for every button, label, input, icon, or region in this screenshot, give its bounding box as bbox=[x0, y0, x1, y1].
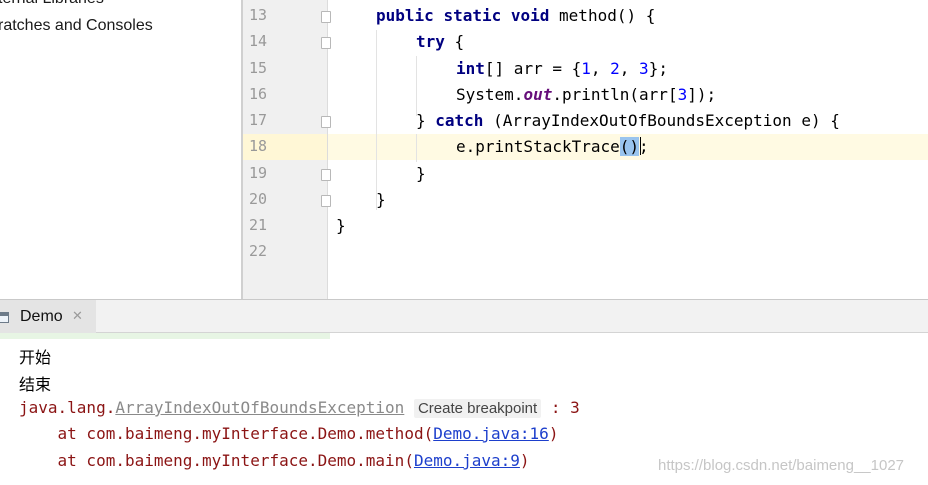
console-exception-line: java.lang.ArrayIndexOutOfBoundsException… bbox=[19, 398, 580, 418]
number-literal: 3 bbox=[639, 59, 649, 78]
stack-frame-text: ) bbox=[519, 451, 530, 470]
code-line-18: e.printStackTrace(); bbox=[456, 137, 649, 156]
code-text: , bbox=[619, 59, 640, 78]
code-text: [] arr = { bbox=[484, 59, 582, 78]
code-line-14: try { bbox=[416, 32, 464, 51]
line-number: 17 bbox=[249, 111, 268, 129]
code-line-17: } catch (ArrayIndexOutOfBoundsException … bbox=[416, 111, 840, 130]
line-number: 18 bbox=[249, 137, 268, 155]
code-line-19: } bbox=[416, 164, 426, 183]
console-stack-frame: at com.baimeng.myInterface.Demo.main(Dem… bbox=[19, 451, 530, 470]
fold-marker-icon[interactable] bbox=[321, 116, 331, 128]
create-breakpoint-button[interactable]: Create breakpoint bbox=[413, 399, 542, 418]
code-text: ; bbox=[639, 137, 649, 156]
fold-marker-icon[interactable] bbox=[321, 37, 331, 49]
code-line-21: } bbox=[336, 216, 346, 235]
fold-marker-icon[interactable] bbox=[321, 195, 331, 207]
code-editor[interactable]: 13 14 15 16 17 18 19 20 21 22 public sta… bbox=[243, 0, 928, 299]
code-text: }; bbox=[648, 59, 668, 78]
watermark-text: https://blog.csdn.net/baimeng__1027 bbox=[658, 457, 905, 474]
run-tab-demo[interactable]: Demo ✕ bbox=[0, 300, 96, 333]
console-line: 开始 bbox=[19, 348, 52, 367]
console-stack-frame: at com.baimeng.myInterface.Demo.method(D… bbox=[19, 424, 559, 443]
code-text: } bbox=[416, 111, 436, 130]
keyword: catch bbox=[435, 111, 484, 130]
matched-parens: () bbox=[619, 137, 640, 156]
tree-item-scratches-and-consoles[interactable]: ratches and Consoles bbox=[0, 17, 153, 35]
keyword: int bbox=[456, 59, 485, 78]
run-tool-window: Demo ✕ 开始 结束 java.lang.ArrayIndexOutOfBo… bbox=[0, 299, 928, 485]
run-console-icon bbox=[0, 312, 9, 323]
run-tab-bar: Demo ✕ bbox=[0, 300, 928, 333]
code-text: (ArrayIndexOutOfBoundsException e) { bbox=[483, 111, 840, 130]
exception-message: : 3 bbox=[541, 398, 580, 417]
exception-class-link[interactable]: ArrayIndexOutOfBoundsException bbox=[115, 398, 404, 417]
indent-guide bbox=[416, 56, 417, 116]
console-line: 结束 bbox=[19, 375, 52, 394]
stack-frame-text: at com.baimeng.myInterface.Demo.main( bbox=[19, 451, 414, 470]
code-text: } bbox=[416, 164, 426, 183]
static-field: out bbox=[523, 85, 553, 104]
code-line-20: } bbox=[376, 190, 386, 209]
run-tab-label: Demo bbox=[20, 308, 63, 325]
tree-item-external-libraries[interactable]: ternal Libraries bbox=[0, 0, 104, 8]
line-number: 22 bbox=[249, 242, 268, 260]
code-text: .println(arr[ bbox=[552, 85, 678, 104]
source-link[interactable]: Demo.java:16 bbox=[433, 424, 549, 443]
code-line-15: int[] arr = {1, 2, 3}; bbox=[456, 59, 668, 78]
code-text: , bbox=[590, 59, 611, 78]
line-number: 14 bbox=[249, 32, 268, 50]
stack-frame-text: at com.baimeng.myInterface.Demo.method( bbox=[19, 424, 434, 443]
console-status-strip bbox=[0, 333, 330, 339]
code-text: ]); bbox=[687, 85, 717, 104]
fold-marker-icon[interactable] bbox=[321, 11, 331, 23]
fold-marker-icon[interactable] bbox=[321, 169, 331, 181]
number-literal: 1 bbox=[581, 59, 591, 78]
exception-package: java.lang. bbox=[19, 398, 116, 417]
source-link[interactable]: Demo.java:9 bbox=[414, 451, 520, 470]
number-literal: 3 bbox=[677, 85, 688, 104]
stack-frame-text: ) bbox=[548, 424, 559, 443]
indent-guide bbox=[416, 134, 417, 162]
keyword: void bbox=[510, 6, 550, 25]
close-icon[interactable]: ✕ bbox=[72, 309, 83, 324]
code-line-13: public static void method() { bbox=[376, 6, 655, 25]
keyword: static bbox=[443, 6, 502, 25]
keyword: public bbox=[376, 6, 434, 25]
code-text: e.printStackTrace bbox=[456, 137, 620, 156]
line-number: 21 bbox=[249, 216, 268, 234]
keyword: try bbox=[416, 32, 445, 51]
line-number: 20 bbox=[249, 190, 268, 208]
indent-guide bbox=[376, 30, 377, 210]
method-signature: method() { bbox=[549, 6, 656, 25]
code-line-16: System.out.println(arr[3]); bbox=[456, 85, 716, 104]
number-literal: 2 bbox=[610, 59, 620, 78]
code-text: } bbox=[336, 216, 346, 235]
code-text: } bbox=[376, 190, 386, 209]
project-tree-panel: ternal Libraries ratches and Consoles bbox=[0, 0, 241, 299]
line-number: 15 bbox=[249, 59, 268, 77]
code-text: { bbox=[444, 32, 465, 51]
line-number: 16 bbox=[249, 85, 268, 103]
line-number: 13 bbox=[249, 6, 268, 24]
line-number: 19 bbox=[249, 164, 268, 182]
code-text: System. bbox=[456, 85, 524, 104]
